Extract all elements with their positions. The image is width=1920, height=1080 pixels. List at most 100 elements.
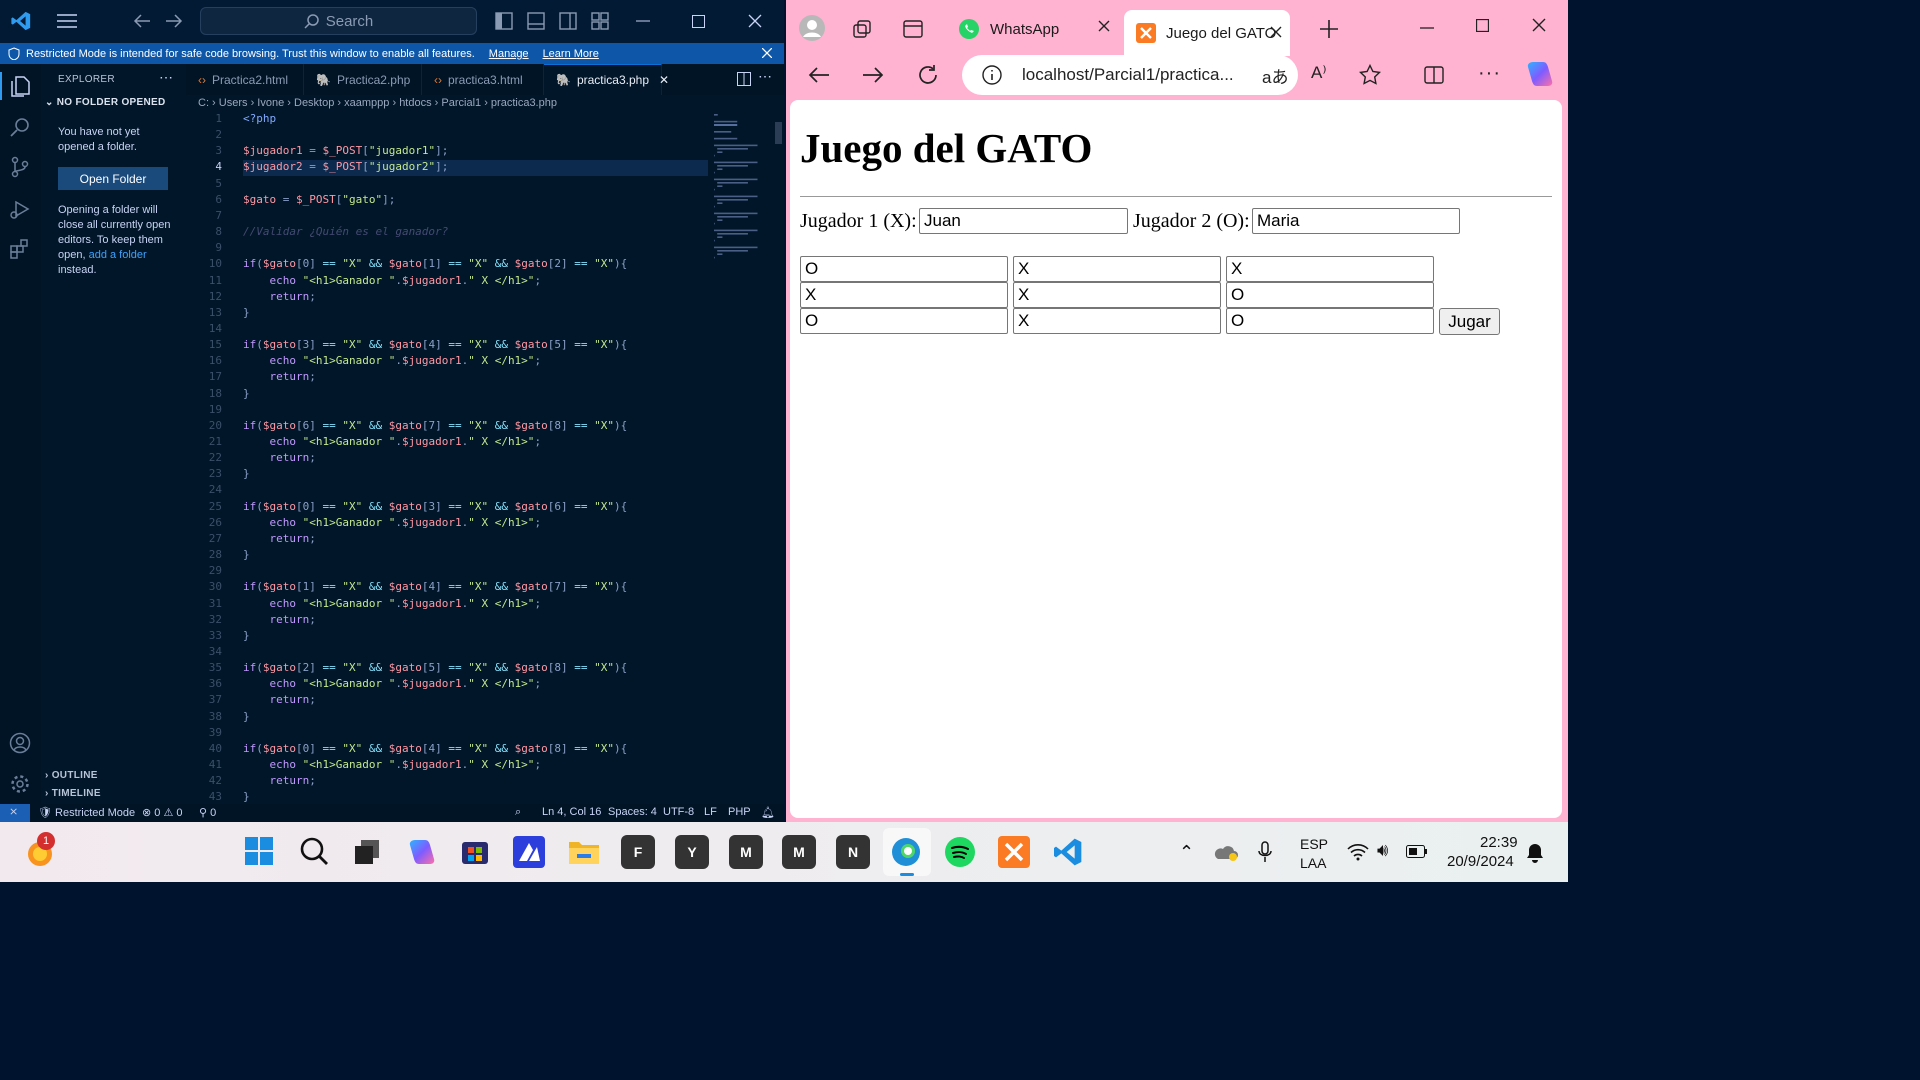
minimize-icon[interactable] [1420, 27, 1434, 29]
indentation-status[interactable]: Spaces: 4 [608, 806, 657, 818]
code-line[interactable]: } [243, 387, 250, 400]
code-editor[interactable]: 1 <?php 2 3 $jugador1 = $_POST["jugador1"]; 4… [186, 112, 712, 804]
extensions-icon[interactable] [9, 238, 31, 260]
board-cell-0[interactable]: O [800, 256, 1008, 282]
more-actions-icon[interactable]: ⋯ [159, 69, 173, 86]
board-cell-4[interactable]: X [1013, 282, 1221, 308]
code-line[interactable]: return; [243, 613, 316, 626]
code-line[interactable]: echo "<h1>Ganador ".$jugador1." X </h1>"… [243, 758, 542, 771]
code-line[interactable]: $gato = $_POST["gato"]; [243, 193, 395, 206]
toggle-secondary-sidebar-icon[interactable] [559, 12, 577, 30]
tab-practica3-html[interactable]: ‹› practica3.html [422, 64, 544, 95]
board-cell-3[interactable]: X [800, 282, 1008, 308]
tab-whatsapp[interactable]: WhatsApp [946, 10, 1122, 48]
breadcrumb-item[interactable]: Users [219, 97, 248, 109]
app-f-icon[interactable]: F [621, 835, 655, 869]
play-button[interactable]: Jugar [1439, 308, 1500, 335]
banner-close-icon[interactable] [762, 48, 772, 58]
zoom-icon[interactable]: ⌕ [515, 806, 521, 819]
breadcrumb-item[interactable]: Ivone [257, 97, 284, 109]
more-menu-icon[interactable]: ··· [1478, 62, 1501, 85]
wifi-icon[interactable] [1347, 843, 1369, 861]
code-line[interactable]: echo "<h1>Ganador ".$jugador1." X </h1>"… [243, 435, 542, 448]
board-cell-8[interactable]: O [1226, 308, 1434, 334]
chevron-up-icon[interactable]: ⌃ [1179, 842, 1194, 863]
workspaces-icon[interactable] [852, 19, 872, 39]
back-arrow-icon[interactable] [133, 13, 151, 29]
code-line[interactable]: if($gato[0] == "X" && $gato[4] == "X" &&… [243, 742, 627, 755]
code-line[interactable]: return; [243, 532, 316, 545]
clock-time[interactable]: 22:39 [1480, 834, 1518, 851]
notifications-bell-icon[interactable] [1526, 843, 1544, 863]
forward-arrow-icon[interactable] [165, 13, 183, 29]
code-line[interactable]: if($gato[2] == "X" && $gato[5] == "X" &&… [243, 661, 627, 674]
customize-layout-icon[interactable] [591, 12, 609, 30]
start-icon[interactable] [244, 836, 274, 866]
back-icon[interactable] [808, 66, 830, 84]
code-line[interactable]: echo "<h1>Ganador ".$jugador1." X </h1>"… [243, 274, 542, 287]
code-line[interactable]: //Validar ¿Quién es el ganador? [243, 225, 448, 238]
explorer-icon[interactable] [9, 74, 31, 98]
app-m-icon[interactable]: M [729, 835, 763, 869]
read-aloud-icon[interactable]: A⁾ [1311, 63, 1327, 83]
tab-juego-del-gato[interactable]: Juego del GATO [1124, 10, 1290, 56]
source-control-icon[interactable] [9, 156, 31, 178]
code-line[interactable]: } [243, 629, 250, 642]
code-line[interactable]: echo "<h1>Ganador ".$jugador1." X </h1>"… [243, 597, 542, 610]
close-icon[interactable] [748, 14, 762, 28]
tab-practica2-php[interactable]: 🐘 Practica2.php [304, 64, 422, 95]
board-cell-2[interactable]: X [1226, 256, 1434, 282]
tab-close-icon[interactable] [1098, 20, 1110, 32]
open-folder-button[interactable]: Open Folder [58, 167, 168, 190]
code-line[interactable]: return; [243, 370, 316, 383]
board-cell-7[interactable]: X [1013, 308, 1221, 334]
notifications-bell-icon[interactable]: 🔔︎ [761, 806, 775, 819]
board-cell-6[interactable]: O [800, 308, 1008, 334]
code-line[interactable]: } [243, 790, 250, 803]
eol-status[interactable]: LF [704, 806, 717, 818]
code-line[interactable]: if($gato[6] == "X" && $gato[7] == "X" &&… [243, 419, 627, 432]
maximize-icon[interactable] [1476, 19, 1489, 32]
search-icon[interactable] [299, 836, 329, 866]
toggle-sidebar-icon[interactable] [495, 12, 513, 30]
account-icon[interactable] [9, 732, 31, 754]
vscode-icon[interactable] [1052, 836, 1084, 868]
tab-actions-icon[interactable] [903, 19, 923, 39]
refresh-icon[interactable] [917, 64, 939, 86]
outline-section[interactable]: › OUTLINE [45, 770, 98, 781]
no-folder-section[interactable]: ⌄ NO FOLDER OPENED [45, 97, 165, 108]
file-explorer-icon[interactable] [568, 838, 600, 866]
minimap[interactable] [712, 112, 778, 262]
board-cell-5[interactable]: O [1226, 282, 1434, 308]
app-icon[interactable] [513, 836, 545, 868]
encoding-status[interactable]: UTF-8 [663, 806, 694, 818]
code-line[interactable]: $jugador1 = $_POST["jugador1"]; [243, 144, 448, 157]
breadcrumb-item[interactable]: practica3.php [491, 97, 557, 109]
address-bar[interactable]: localhost/Parcial1/practica... [962, 55, 1298, 95]
cursor-position[interactable]: Ln 4, Col 16 [542, 806, 601, 818]
code-line[interactable]: } [243, 306, 250, 319]
code-line[interactable]: echo "<h1>Ganador ".$jugador1." X </h1>"… [243, 354, 542, 367]
task-view-icon[interactable] [353, 838, 381, 866]
ports-status[interactable]: ⚲ 0 [199, 806, 216, 819]
settings-gear-icon[interactable] [9, 773, 31, 795]
code-line[interactable]: $jugador2 = $_POST["jugador2"]; [243, 160, 448, 173]
tab-close-icon[interactable]: ✕ [659, 73, 669, 87]
app-y-icon[interactable]: Y [675, 835, 709, 869]
tab-close-icon[interactable] [1270, 26, 1282, 38]
code-line[interactable]: <?php [243, 112, 276, 125]
clock-date[interactable]: 20/9/2024 [1447, 853, 1514, 870]
code-line[interactable]: return; [243, 290, 316, 303]
store-icon[interactable] [460, 836, 490, 866]
edge-icon[interactable] [890, 836, 922, 868]
code-line[interactable]: return; [243, 451, 316, 464]
input-language[interactable]: ESP [1300, 836, 1328, 852]
breadcrumb-item[interactable]: Parcial1 [441, 97, 481, 109]
new-tab-icon[interactable] [1320, 20, 1338, 38]
site-info-icon[interactable] [982, 65, 1002, 85]
onedrive-icon[interactable] [1214, 843, 1238, 861]
remote-indicator-icon[interactable]: ⨯ [0, 804, 30, 822]
breadcrumb-item[interactable]: C: [198, 97, 209, 109]
learn-more-link[interactable]: Learn More [543, 48, 599, 60]
code-line[interactable]: return; [243, 693, 316, 706]
